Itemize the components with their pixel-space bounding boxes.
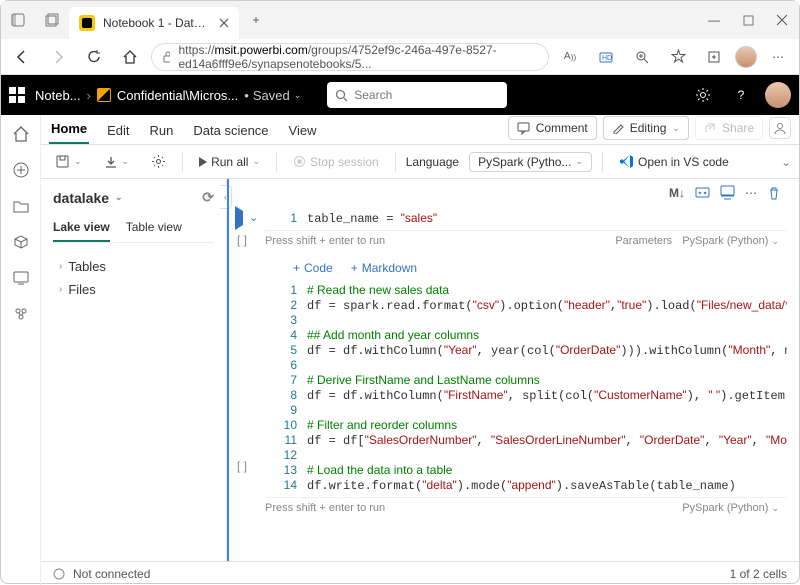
rail-home-icon[interactable]	[12, 125, 30, 143]
delete-cell-icon[interactable]	[767, 186, 781, 200]
open-vscode-button[interactable]: Open in VS code	[613, 151, 735, 172]
favorites-icon[interactable]	[663, 42, 693, 72]
collapse-ribbon-icon[interactable]: ⌄	[781, 155, 791, 169]
toggle-output-icon[interactable]	[720, 185, 735, 200]
connection-status-icon	[53, 568, 65, 580]
download-button[interactable]: ⌄	[98, 152, 136, 172]
add-code-cell-button[interactable]: + Code	[293, 261, 333, 275]
settings-gear-button[interactable]	[145, 151, 172, 172]
breadcrumb[interactable]: Noteb...› Confidential\Micros... • Saved…	[35, 88, 301, 103]
zoom-icon[interactable]	[627, 42, 657, 72]
rail-monitor-icon[interactable]	[12, 269, 30, 287]
close-tab-icon[interactable]	[219, 18, 229, 28]
ribbon-tab-view[interactable]: View	[287, 119, 319, 144]
rail-create-icon[interactable]	[12, 161, 30, 179]
language-label: Language	[406, 155, 459, 169]
search-input[interactable]: Search	[327, 82, 507, 108]
shield-icon	[97, 88, 111, 102]
markdown-toggle-icon[interactable]: M↓	[669, 186, 685, 200]
url-input[interactable]: https://msit.powerbi.com/groups/4752ef9c…	[151, 43, 549, 71]
svg-text:HD: HD	[602, 55, 612, 62]
forward-button	[43, 42, 73, 72]
window-maximize-icon[interactable]	[731, 1, 765, 39]
lock-icon	[162, 51, 170, 63]
cell-more-icon[interactable]: ⋯	[745, 186, 757, 200]
convert-cell-icon[interactable]	[695, 185, 710, 200]
refresh-button[interactable]	[79, 42, 109, 72]
cell-menu-chevron-icon[interactable]: ⌄	[249, 211, 258, 225]
search-icon	[335, 89, 348, 102]
browser-profile-avatar[interactable]	[735, 46, 757, 68]
ribbon-tab-run[interactable]: Run	[148, 119, 176, 144]
editing-mode-button[interactable]: Editing⌄	[603, 116, 689, 140]
browser-more-icon[interactable]: ⋯	[763, 42, 793, 72]
explorer-tab-lakeview[interactable]: Lake view	[53, 216, 110, 242]
cell-hint: Press shift + enter to run	[265, 235, 385, 247]
cell-parameters-label[interactable]: Parameters	[615, 235, 672, 247]
back-button[interactable]	[7, 42, 37, 72]
lakehouse-title[interactable]: datalake⌄⟳	[53, 189, 214, 206]
tab-title: Notebook 1 - Data engineering	[103, 16, 211, 30]
persona-icon[interactable]	[769, 117, 791, 139]
powerbi-favicon	[79, 15, 95, 31]
app-bar: Noteb...› Confidential\Micros... • Saved…	[1, 75, 799, 115]
rail-browse-icon[interactable]	[12, 197, 30, 215]
save-button[interactable]: ⌄	[49, 151, 88, 172]
status-bar: Not connected 1 of 2 cells	[41, 561, 799, 585]
collections-icon[interactable]	[699, 42, 729, 72]
refresh-icon[interactable]: ⟳	[202, 189, 214, 206]
cell-bracket-icon: [ ]	[237, 233, 247, 247]
user-avatar[interactable]	[765, 82, 791, 108]
language-select[interactable]: PySpark (Pytho...⌄	[469, 152, 592, 172]
code-cell-1[interactable]: 1table_name = "sales" Press shift + ente…	[265, 211, 787, 251]
explorer-tab-tableview[interactable]: Table view	[126, 216, 182, 242]
window-minimize-icon[interactable]: ―	[697, 1, 731, 39]
read-aloud-icon[interactable]: A))	[555, 42, 585, 72]
settings-icon[interactable]	[689, 87, 717, 103]
window-close-icon[interactable]	[765, 1, 799, 39]
tree-item-files[interactable]: ›Files	[53, 278, 214, 301]
cell-bracket-icon: [ ]	[237, 459, 247, 473]
notebook-canvas: M↓ ⋯ ⌄ [ ] 1table_name = "sales"	[227, 179, 799, 561]
cell-language-select[interactable]: PySpark (Python) ⌄	[682, 235, 779, 247]
rail-workloads-icon[interactable]	[12, 305, 30, 323]
new-tab-button[interactable]: +	[239, 1, 273, 39]
code-cell-2[interactable]: 1# Read the new sales data 2df = spark.r…	[265, 283, 787, 518]
cell-count: 1 of 2 cells	[730, 567, 787, 581]
saved-status: • Saved ⌄	[244, 88, 301, 103]
browser-tab[interactable]: Notebook 1 - Data engineering	[69, 7, 239, 39]
cell-language-select[interactable]: PySpark (Python) ⌄	[682, 502, 779, 514]
help-icon[interactable]: ?	[727, 88, 755, 102]
vscode-icon	[619, 154, 634, 169]
left-rail	[1, 115, 41, 585]
home-button[interactable]	[115, 42, 145, 72]
toolbar: ⌄ ⌄ Run all⌄ Stop session Language PySpa…	[41, 145, 799, 179]
ribbon-tab-edit[interactable]: Edit	[105, 119, 131, 144]
ribbon-tab-home[interactable]: Home	[49, 117, 89, 144]
share-button: Share	[695, 116, 763, 140]
add-markdown-cell-button[interactable]: + Markdown	[351, 261, 417, 275]
rail-onelake-icon[interactable]	[12, 233, 30, 251]
connection-status: Not connected	[73, 567, 150, 581]
lakehouse-explorer: ‹ datalake⌄⟳ Lake view Table view ›Table…	[41, 179, 227, 561]
translate-icon[interactable]: HD	[591, 42, 621, 72]
run-cell-button[interactable]	[235, 211, 243, 225]
app-launcher-icon[interactable]	[9, 87, 25, 103]
url-text: https://msit.powerbi.com/groups/4752ef9c…	[178, 43, 538, 71]
cell-hint: Press shift + enter to run	[265, 502, 385, 514]
ribbon-tab-datascience[interactable]: Data science	[191, 119, 270, 144]
stop-session-button: Stop session	[287, 152, 385, 172]
browser-addressbar: https://msit.powerbi.com/groups/4752ef9c…	[1, 39, 799, 75]
cell-toolbar: M↓ ⋯	[669, 185, 781, 200]
tabs-icon[interactable]	[35, 1, 69, 39]
ribbon: Home Edit Run Data science View Comment …	[41, 115, 799, 145]
comment-button[interactable]: Comment	[508, 116, 597, 140]
browser-titlebar: Notebook 1 - Data engineering + ―	[1, 1, 799, 39]
run-all-button[interactable]: Run all⌄	[193, 152, 266, 172]
profile-menu-icon[interactable]	[1, 1, 35, 39]
tree-item-tables[interactable]: ›Tables	[53, 255, 214, 278]
